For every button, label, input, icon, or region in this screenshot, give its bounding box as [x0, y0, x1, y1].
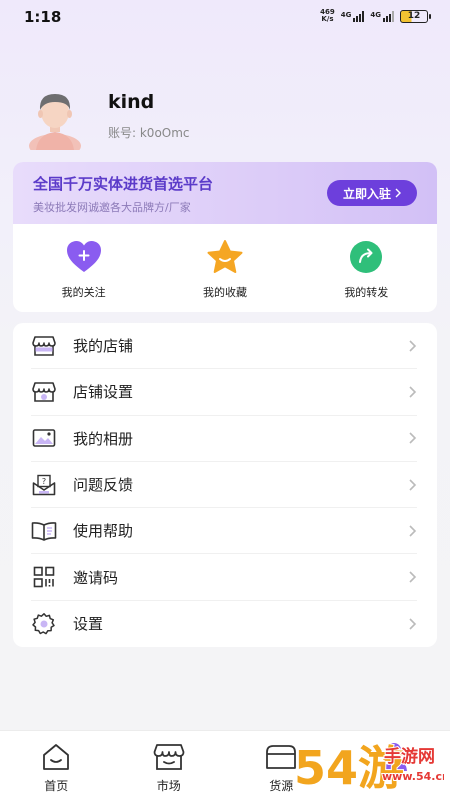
- quick-follow[interactable]: 我的关注: [13, 224, 154, 312]
- menu-settings[interactable]: 设置: [31, 601, 417, 647]
- menu-my-album[interactable]: 我的相册: [31, 416, 417, 462]
- tab-market[interactable]: 市场: [113, 731, 226, 800]
- chevron-right-icon: [409, 618, 417, 630]
- avatar[interactable]: [24, 88, 86, 150]
- site-watermark-logo: 54游 手游网 www.54.cn: [294, 740, 444, 796]
- help-book-icon: [31, 518, 57, 544]
- share-icon: [347, 238, 385, 276]
- menu-my-store[interactable]: 我的店铺: [31, 323, 417, 370]
- svg-text:www.54.cn: www.54.cn: [382, 770, 444, 783]
- chevron-right-icon: [395, 188, 401, 198]
- promo-card: 全国千万实体进货首选平台 美妆批发网诚邀各大品牌方/厂家 立即入驻 我的关注 我…: [13, 162, 437, 312]
- quick-shares[interactable]: 我的转发: [296, 224, 437, 312]
- store-icon: [31, 333, 57, 359]
- store-settings-icon: [31, 379, 57, 405]
- chevron-right-icon: [409, 478, 417, 491]
- quick-favorites[interactable]: 我的收藏: [154, 224, 295, 312]
- chevron-right-icon: [409, 525, 417, 537]
- profile-header[interactable]: kind 账号: k0oOmc: [24, 88, 424, 152]
- market-icon: [151, 741, 187, 773]
- star-icon: [206, 238, 244, 276]
- chevron-right-icon: [409, 340, 417, 352]
- home-icon: [38, 741, 74, 773]
- album-icon: [31, 425, 57, 451]
- status-bar: 1:18 469 K/s 4G 4G 12: [0, 0, 450, 34]
- menu-list: 我的店铺 店铺设置 我的相册 ? 问题反馈 使用帮助 邀请码 设置: [13, 323, 437, 647]
- signal-icon: 4G: [341, 10, 365, 22]
- qr-code-icon: [31, 564, 57, 590]
- chevron-right-icon: [409, 432, 417, 444]
- join-now-button[interactable]: 立即入驻: [327, 180, 417, 206]
- svg-text:?: ?: [42, 477, 46, 486]
- chevron-right-icon: [409, 386, 417, 398]
- account-id: 账号: k0oOmc: [108, 126, 190, 140]
- menu-help[interactable]: 使用帮助: [31, 508, 417, 555]
- gear-icon: [31, 611, 57, 637]
- menu-store-settings[interactable]: 店铺设置: [31, 369, 417, 416]
- feedback-icon: ?: [31, 472, 57, 498]
- status-icons: 469 K/s 4G 4G 12: [320, 8, 431, 23]
- signal-icon-2: 4G: [370, 10, 394, 22]
- username: kind: [108, 91, 155, 113]
- battery-icon: 12: [400, 9, 431, 23]
- chevron-right-icon: [409, 571, 417, 583]
- tab-home[interactable]: 首页: [0, 731, 113, 800]
- banner-title: 全国千万实体进货首选平台: [33, 175, 214, 193]
- menu-invite-code[interactable]: 邀请码: [31, 554, 417, 601]
- join-banner[interactable]: 全国千万实体进货首选平台 美妆批发网诚邀各大品牌方/厂家 立即入驻: [13, 162, 437, 224]
- quick-actions: 我的关注 我的收藏 我的转发: [13, 224, 437, 312]
- net-speed: 469 K/s: [320, 8, 335, 23]
- menu-feedback[interactable]: ? 问题反馈: [31, 462, 417, 509]
- status-time: 1:18: [24, 8, 62, 26]
- banner-subtitle: 美妆批发网诚邀各大品牌方/厂家: [33, 201, 191, 214]
- svg-text:手游网: 手游网: [384, 746, 435, 767]
- heart-plus-icon: [65, 238, 103, 276]
